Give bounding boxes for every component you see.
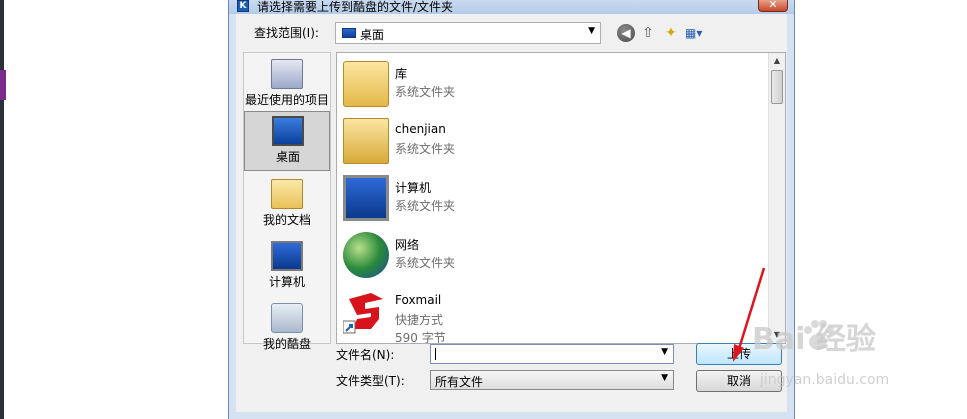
scroll-up-icon[interactable]: ▲ bbox=[769, 53, 785, 69]
lookin-label: 查找范围(I): bbox=[254, 26, 319, 40]
chevron-down-icon[interactable]: ▼ bbox=[661, 347, 668, 357]
background-edge-accent bbox=[0, 70, 6, 100]
filetype-value: 所有文件 bbox=[435, 375, 484, 389]
computer-icon bbox=[343, 175, 389, 221]
file-type: 系统文件夹 bbox=[395, 256, 456, 270]
place-label: 桌面 bbox=[275, 150, 300, 164]
back-arrow-icon: ◀ bbox=[621, 26, 631, 40]
filename-input[interactable]: ▼ bbox=[430, 344, 674, 364]
view-menu-icon: ▦▾ bbox=[685, 26, 703, 40]
file-open-dialog: K 请选择需要上传到酷盘的文件/文件夹 ✕ 查找范围(I): 桌面 ▼ ◀ ⇧ … bbox=[228, 0, 795, 419]
new-folder-icon: ✦ bbox=[665, 25, 677, 41]
app-icon: K bbox=[237, 0, 249, 12]
place-label: 我的文档 bbox=[262, 213, 311, 227]
place-recent-items[interactable]: 最近使用的项目 bbox=[244, 55, 330, 115]
view-menu-button[interactable]: ▦▾ bbox=[685, 24, 711, 42]
file-type: 系统文件夹 bbox=[395, 85, 456, 99]
list-item[interactable]: chenjian 系统文件夹 bbox=[343, 116, 763, 170]
vertical-scrollbar[interactable]: ▲ ▼ bbox=[768, 53, 785, 343]
file-name: 计算机 bbox=[395, 181, 432, 195]
place-my-kupan[interactable]: 我的酷盘 bbox=[244, 299, 330, 359]
lookin-dropdown[interactable]: 桌面 ▼ bbox=[335, 22, 601, 44]
text-caret bbox=[435, 348, 436, 360]
user-folder-icon bbox=[343, 118, 389, 164]
file-type: 系统文件夹 bbox=[395, 142, 456, 156]
place-label: 我的酷盘 bbox=[262, 337, 311, 351]
background-edge bbox=[0, 0, 4, 419]
recent-items-icon bbox=[271, 59, 303, 89]
places-bar: 最近使用的项目 桌面 我的文档 计算机 我的酷盘 bbox=[243, 52, 331, 351]
watermark-logo: Bai 经验 bbox=[752, 322, 876, 357]
close-button[interactable]: ✕ bbox=[758, 0, 788, 12]
computer-icon bbox=[271, 241, 303, 271]
up-folder-button[interactable]: ⇧ bbox=[639, 24, 657, 42]
new-folder-button[interactable]: ✦ bbox=[662, 24, 680, 42]
window-title: 请选择需要上传到酷盘的文件/文件夹 bbox=[257, 0, 454, 14]
file-size: 590 字节 bbox=[395, 331, 446, 344]
desktop-icon bbox=[342, 28, 356, 38]
title-bar[interactable]: K 请选择需要上传到酷盘的文件/文件夹 ✕ bbox=[229, 0, 794, 14]
file-list[interactable]: 库 系统文件夹 chenjian 系统文件夹 计算机 系统文件夹 网络 系统文件… bbox=[336, 52, 786, 344]
filetype-label: 文件类型(T): bbox=[336, 374, 405, 388]
file-type: 快捷方式 bbox=[395, 313, 444, 327]
filetype-dropdown[interactable]: 所有文件 ▼ bbox=[430, 370, 674, 390]
foxmail-icon bbox=[343, 289, 389, 335]
back-button[interactable]: ◀ bbox=[617, 24, 635, 42]
documents-icon bbox=[271, 179, 303, 209]
list-item[interactable]: 计算机 系统文件夹 bbox=[343, 173, 763, 227]
scrollbar-thumb[interactable] bbox=[771, 70, 783, 104]
network-globe-icon bbox=[343, 232, 389, 278]
kupan-disk-icon bbox=[271, 303, 303, 333]
desktop-icon bbox=[272, 116, 304, 146]
place-label: 计算机 bbox=[268, 275, 305, 289]
up-folder-icon: ⇧ bbox=[642, 25, 654, 41]
file-name: Foxmail bbox=[395, 293, 442, 307]
place-label: 最近使用的项目 bbox=[244, 93, 329, 107]
filename-label: 文件名(N): bbox=[336, 348, 395, 362]
lookin-value: 桌面 bbox=[360, 28, 385, 42]
chevron-down-icon[interactable]: ▼ bbox=[588, 26, 595, 36]
file-type: 系统文件夹 bbox=[395, 199, 456, 213]
library-folder-icon bbox=[343, 61, 389, 107]
list-item[interactable]: Foxmail 快捷方式 590 字节 bbox=[343, 287, 763, 344]
list-item[interactable]: 网络 系统文件夹 bbox=[343, 230, 763, 284]
background-left bbox=[0, 0, 228, 419]
place-my-documents[interactable]: 我的文档 bbox=[244, 175, 330, 235]
list-item[interactable]: 库 系统文件夹 bbox=[343, 59, 763, 113]
file-name: 网络 bbox=[395, 238, 420, 252]
place-computer[interactable]: 计算机 bbox=[244, 237, 330, 297]
place-desktop[interactable]: 桌面 bbox=[244, 111, 330, 171]
file-name: chenjian bbox=[395, 122, 446, 136]
watermark-url: jingyan.baidu.com bbox=[760, 372, 890, 388]
chevron-down-icon[interactable]: ▼ bbox=[661, 373, 668, 383]
dialog-body: 查找范围(I): 桌面 ▼ ◀ ⇧ ✦ ▦▾ 最近使用的项目 桌面 我的文档 计… bbox=[236, 14, 787, 412]
file-name: 库 bbox=[395, 67, 408, 81]
